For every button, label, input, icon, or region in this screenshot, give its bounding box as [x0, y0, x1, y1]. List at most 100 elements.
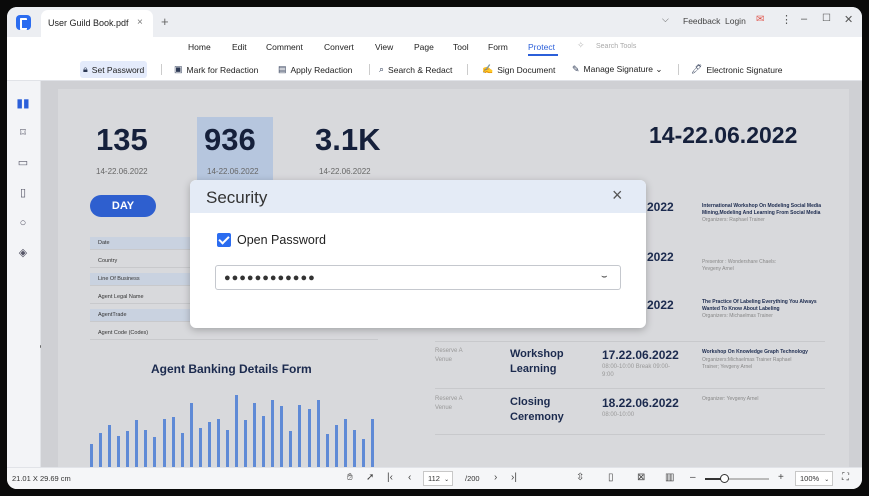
electronic-signature-button[interactable]: 🖊︎ Electronic Signature	[688, 61, 786, 78]
dialog-header: Security ×	[190, 180, 646, 213]
session-venue: Reserve A Venue	[435, 396, 463, 411]
zoom-level: 100%	[800, 474, 820, 483]
columns-icon[interactable]: ▥	[665, 472, 674, 483]
page-number-input[interactable]: 112 ⌄	[423, 471, 453, 486]
document-tab[interactable]: User Guild Book.pdf ×	[41, 10, 153, 37]
zoom-slider[interactable]	[705, 474, 769, 483]
fullscreen-icon[interactable]: ⛶	[842, 472, 849, 483]
next-page-icon[interactable]: ›	[494, 472, 497, 483]
menu-tool[interactable]: Tool	[453, 42, 469, 52]
menu-page[interactable]: Page	[414, 42, 434, 52]
select-tool-icon[interactable]: ➚	[366, 472, 374, 483]
event-date-range: 14-22.06.2022	[649, 122, 798, 148]
schedule-divider	[435, 341, 825, 342]
form-title: Agent Banking Details Form	[151, 362, 312, 376]
layout-icon[interactable]: ⊠	[637, 472, 645, 483]
schedule-date-fragment: 2022	[647, 200, 674, 214]
sign-document-button[interactable]: ✍ Sign Document	[479, 61, 558, 78]
active-menu-indicator	[528, 54, 558, 56]
menu-convert[interactable]: Convert	[324, 42, 354, 52]
prev-page-icon[interactable]: ‹	[408, 472, 411, 483]
dialog-close-icon[interactable]: ×	[612, 185, 623, 206]
set-password-button[interactable]: 🔒︎ Set Password	[80, 61, 148, 78]
search-redact-icon: ⌕	[379, 64, 385, 74]
apply-redaction-icon: ▤	[278, 64, 287, 74]
session-description: The Practice Of Labeling Everything You …	[702, 299, 817, 312]
session-title: Workshop Learning	[510, 348, 564, 375]
notification-icon[interactable]: ✉	[756, 14, 764, 25]
bar-mark	[135, 420, 139, 467]
first-page-icon[interactable]: |‹	[387, 472, 393, 483]
session-description: International Workshop On Modeling Socia…	[702, 203, 822, 216]
bookmark-icon[interactable]: ⌑	[16, 126, 30, 140]
app-window: User Guild Book.pdf × + ⌵ Feedback Login…	[7, 7, 862, 489]
zoom-out-icon[interactable]: –	[690, 472, 696, 483]
search-icon[interactable]: ○	[16, 216, 30, 230]
bar-mark	[198, 428, 202, 467]
fit-page-icon[interactable]: ⇳	[576, 472, 584, 483]
menu-protect[interactable]: Protect	[528, 42, 555, 52]
comment-icon[interactable]: ▭	[16, 156, 30, 170]
schedule-divider	[435, 434, 825, 435]
status-bar: 21.01 X 29.69 cm ✋︎ ➚ |‹ ‹ 112 ⌄ /200 › …	[7, 467, 862, 489]
layers-icon[interactable]: ◈	[16, 246, 30, 260]
form-row-value	[190, 327, 378, 340]
zoom-in-icon[interactable]: +	[778, 472, 784, 483]
more-icon[interactable]: ⋮	[781, 13, 792, 26]
hand-tool-icon[interactable]: ✋︎	[347, 472, 353, 483]
open-password-checkbox[interactable]	[217, 233, 231, 247]
lock-icon: 🔒︎	[83, 64, 88, 74]
session-organizers: Organizers:Michaelmas Trainer Raphael Tr…	[702, 357, 792, 370]
bar-mark	[253, 403, 257, 467]
bar-mark	[307, 409, 311, 467]
menu-home[interactable]: Home	[188, 42, 211, 52]
current-page: 112	[428, 474, 440, 483]
search-redact-button[interactable]: ⌕ Search & Redact	[376, 61, 455, 78]
login-link[interactable]: Login	[725, 16, 746, 26]
session-description: Workshop On Knowledge Graph Technology	[702, 349, 808, 355]
bar-mark	[90, 444, 93, 467]
mark-for-redaction-button[interactable]: ▣ Mark for Redaction	[171, 61, 261, 78]
electronic-signature-label: Electronic Signature	[706, 64, 783, 75]
tab-close-icon[interactable]: ×	[137, 17, 143, 28]
zoom-level-select[interactable]: 100% ⌄	[795, 471, 833, 486]
last-page-icon[interactable]: ›|	[511, 472, 517, 483]
page-view-icon[interactable]: ▯	[608, 472, 614, 483]
bar-mark	[271, 400, 275, 467]
apply-redaction-label: Apply Redaction	[290, 64, 353, 75]
hide-password-icon[interactable]: ⌣	[601, 271, 608, 282]
form-row: Agent Legal Name	[90, 291, 190, 304]
bar-mark	[225, 430, 229, 467]
bar-mark	[162, 419, 166, 467]
tab-label: User Guild Book.pdf	[48, 18, 129, 28]
zoom-slider-handle[interactable]	[720, 474, 729, 483]
bar-mark	[298, 405, 302, 467]
feedback-link[interactable]: Feedback	[683, 16, 720, 26]
set-password-label: Set Password	[91, 64, 145, 75]
thumbnails-icon[interactable]: ▮▮	[16, 96, 30, 110]
manage-signature-button[interactable]: ✎ Manage Signature ⌄	[569, 61, 666, 78]
apply-redaction-button[interactable]: ▤ Apply Redaction	[275, 61, 355, 78]
electronic-signature-icon: 🖊︎	[691, 64, 703, 74]
stat-date: 14-22.06.2022	[96, 167, 148, 176]
window-close-icon[interactable]: ✕	[844, 13, 853, 26]
form-row: AgentTrade	[90, 309, 190, 322]
new-tab-icon[interactable]: +	[161, 14, 169, 29]
mark-redaction-icon: ▣	[174, 64, 183, 74]
minimize-icon[interactable]: –	[801, 13, 807, 25]
menu-comment[interactable]: Comment	[266, 42, 303, 52]
bar-mark	[180, 433, 184, 467]
attachment-icon[interactable]: ▯	[16, 186, 30, 200]
form-row: Agent Code (Codes)	[90, 327, 190, 340]
menu-edit[interactable]: Edit	[232, 42, 247, 52]
maximize-icon[interactable]: ☐	[822, 13, 831, 24]
menu-form[interactable]: Form	[488, 42, 508, 52]
title-bar: User Guild Book.pdf × + ⌵ Feedback Login…	[7, 7, 862, 37]
chevron-down-icon[interactable]: ⌵	[662, 14, 669, 25]
menu-view[interactable]: View	[375, 42, 393, 52]
search-tools-input[interactable]: Search Tools	[596, 43, 636, 50]
open-password-label[interactable]: Open Password	[237, 233, 326, 247]
password-field[interactable]: ●●●●●●●●●●●● ⌣	[215, 265, 621, 290]
session-organizers: Organizer: Yevgeny Arnel	[702, 396, 759, 402]
bar-mark	[207, 422, 211, 467]
